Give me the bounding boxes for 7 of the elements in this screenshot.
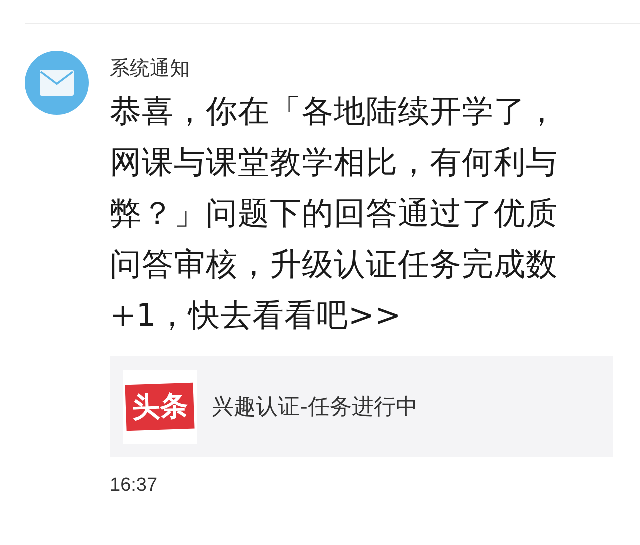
card-title: 兴趣认证-任务进行中 xyxy=(212,394,418,422)
message-text: 恭喜，你在「各地陆续开学了，网课与课堂教学相比，有何利与弊？」问题下的回答通过了优质问答审核，升级认证任务完成数+1，快去看看吧>> xyxy=(110,93,559,336)
mail-icon xyxy=(25,51,89,115)
logo: 头条 xyxy=(125,382,195,431)
link-card[interactable]: 头条 兴趣认证-任务进行中 xyxy=(110,356,613,457)
timestamp: 16:37 xyxy=(110,475,159,497)
sender-name: 系统通知 xyxy=(110,55,191,82)
